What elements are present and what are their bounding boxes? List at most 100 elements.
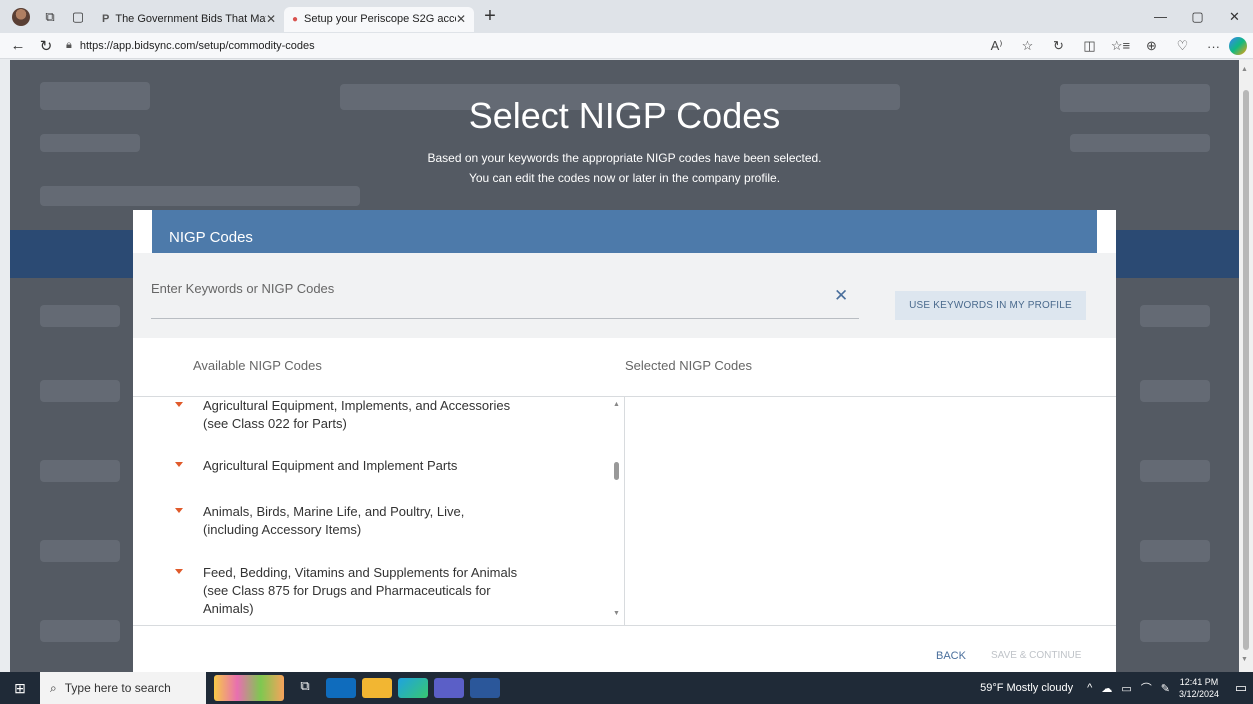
show-hidden-icons-icon[interactable]: ^ [1087,682,1092,694]
expand-caret-icon[interactable] [175,462,183,467]
weather-widget[interactable]: 59°F Mostly cloudy [980,682,1073,694]
extensions-icon[interactable]: ↻ [1043,38,1074,54]
taskbar-search-placeholder: Type here to search [64,681,171,695]
taskbar-search[interactable]: ⌕ Type here to search [40,672,206,704]
clear-search-icon[interactable]: ✕ [834,286,848,306]
battery-icon[interactable]: ▭ [1121,682,1131,695]
scroll-down-arrow-icon[interactable]: ▼ [1241,656,1248,663]
browser-tab-strip: ⧉ ▢ P The Government Bids That Matte ✕ ●… [0,0,1253,33]
use-keywords-button[interactable]: USE KEYWORDS IN MY PROFILE [895,291,1086,320]
tab-periscope-setup[interactable]: ● Setup your Periscope S2G accou ✕ [284,6,474,32]
word-icon[interactable] [470,678,500,698]
list-item[interactable]: Agricultural Equipment and Implement Par… [175,457,523,475]
modal-header-title: NIGP Codes [169,229,253,246]
teams-icon[interactable] [434,678,464,698]
favorite-star-icon[interactable]: ☆ [1012,38,1043,54]
tab-title: The Government Bids That Matte [115,13,266,25]
save-continue-button[interactable]: SAVE & CONTINUE [991,650,1081,661]
blurred-row-right [1140,305,1210,327]
edge-icon[interactable] [398,678,428,698]
blurred-row-right [1140,540,1210,562]
column-divider [624,397,625,625]
refresh-icon[interactable]: ↻ [32,37,60,55]
blurred-row-left [40,380,120,402]
back-arrow-icon[interactable]: ← [4,37,32,54]
restore-icon[interactable]: ▢ [1179,0,1216,33]
list-scroll-down-icon[interactable]: ▼ [613,610,620,617]
expand-caret-icon[interactable] [175,569,183,574]
onedrive-icon[interactable]: ☁ [1101,682,1112,695]
list-scrollbar-thumb[interactable] [614,462,619,480]
file-explorer-icon[interactable] [362,678,392,698]
url-field[interactable]: 🔒︎ https://app.bidsync.com/setup/commodi… [66,39,315,52]
list-item[interactable]: Agricultural Equipment, Implements, and … [175,397,523,433]
read-aloud-icon[interactable]: A⁾ [981,38,1012,54]
pen-icon[interactable]: ✎ [1161,682,1170,695]
page-subtitle-line2: You can edit the codes now or later in t… [468,171,781,185]
available-codes-heading: Available NIGP Codes [193,358,322,373]
divider [133,625,1116,626]
list-item[interactable]: Feed, Bedding, Vitamins and Supplements … [175,564,523,618]
copilot-icon[interactable] [1229,37,1247,55]
windows-start-icon[interactable]: ⊞ [0,680,40,697]
clock[interactable]: 12:41 PM 3/12/2024 [1179,676,1219,700]
windows-taskbar: ⊞ ⌕ Type here to search ⧉ 59°F Mostly cl… [0,672,1253,704]
tab-government-bids[interactable]: P The Government Bids That Matte ✕ [94,7,284,32]
outlook-icon[interactable] [326,678,356,698]
expand-caret-icon[interactable] [175,508,183,513]
profile-avatar[interactable] [12,7,30,26]
notifications-icon[interactable]: ▭ [1229,680,1253,696]
tab-actions-icon[interactable]: ▢ [68,7,88,27]
minimize-icon[interactable]: — [1142,0,1179,33]
split-screen-icon[interactable]: ◫ [1074,38,1105,54]
periscope-logo-icon: P [102,13,110,25]
list-item-label: Animals, Birds, Marine Life, and Poultry… [203,504,465,537]
wifi-icon[interactable]: ⌒ [1141,680,1152,696]
blurred-row-right [1140,620,1210,642]
tab-title: Setup your Periscope S2G accou [304,13,456,25]
task-view-icon[interactable]: ⧉ [290,678,320,698]
favorites-icon[interactable]: ☆≡ [1105,38,1136,54]
close-tab-icon[interactable]: ✕ [266,12,276,26]
blurred-row-left [40,305,120,327]
address-bar: ← ↻ 🔒︎ https://app.bidsync.com/setup/com… [0,33,1253,59]
keyword-search-field[interactable] [151,273,859,319]
clock-time: 12:41 PM [1179,677,1219,687]
performance-icon[interactable]: ♡ [1167,38,1198,54]
blurred-row-left [40,540,120,562]
clock-date: 3/12/2024 [1178,689,1219,699]
list-item-label: Agricultural Equipment and Implement Par… [203,458,458,473]
collections-icon[interactable]: ⊕ [1136,38,1167,54]
system-tray: 59°F Mostly cloudy ^ ☁ ▭ ⌒ ✎ 12:41 PM 3/… [980,672,1253,704]
back-button[interactable]: BACK [936,650,966,662]
url-text: https://app.bidsync.com/setup/commodity-… [79,39,315,52]
lock-icon[interactable]: 🔒︎ [66,39,72,52]
blurred-row-left [40,620,120,642]
list-scrollbar[interactable]: ▲ ▼ [610,397,624,625]
browser-toolbar: A⁾ ☆ ↻ ◫ ☆≡ ⊕ ♡ ··· [981,33,1247,59]
expand-caret-icon[interactable] [175,402,183,407]
close-window-icon[interactable]: ✕ [1216,0,1253,33]
blurred-toolbar [40,186,360,206]
available-codes-list[interactable]: Agricultural Equipment, Implements, and … [133,397,625,625]
new-tab-button[interactable]: + [478,5,502,28]
keyword-search-input[interactable] [151,281,801,296]
window-controls: — ▢ ✕ [1142,0,1253,33]
modal-header: NIGP Codes [152,210,1097,253]
page-title: Select NIGP Codes [468,95,781,136]
list-scroll-up-icon[interactable]: ▲ [613,401,620,408]
scroll-up-arrow-icon[interactable]: ▲ [1241,66,1248,73]
page-subtitle-line1: Based on your keywords the appropriate N… [427,151,822,165]
blurred-row-right [1140,460,1210,482]
list-item-label: Feed, Bedding, Vitamins and Supplements … [203,565,518,616]
search-icon: ⌕ [50,680,57,695]
close-tab-icon[interactable]: ✕ [456,12,466,26]
more-menu-icon[interactable]: ··· [1198,39,1229,54]
list-item[interactable]: Animals, Birds, Marine Life, and Poultry… [175,503,523,539]
nigp-modal: NIGP Codes ✕ USE KEYWORDS IN MY PROFILE … [133,210,1116,672]
blurred-row-right [1140,380,1210,402]
bidsync-favicon-icon: ● [292,13,299,25]
list-item-label: Agricultural Equipment, Implements, and … [203,398,511,431]
search-highlight-image[interactable] [214,675,284,701]
workspaces-icon[interactable]: ⧉ [40,7,60,27]
